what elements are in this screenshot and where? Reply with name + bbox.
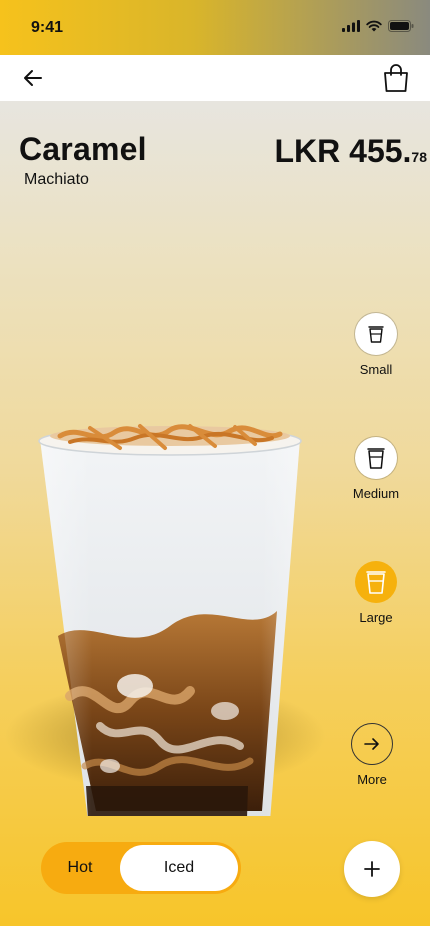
product-subtitle: Machiato xyxy=(24,171,89,188)
add-to-cart-button[interactable] xyxy=(344,841,400,897)
size-label-medium: Medium xyxy=(352,486,400,501)
price-cents: 78 xyxy=(411,149,427,165)
arrow-right-icon xyxy=(364,738,379,750)
size-option-small[interactable]: Small xyxy=(336,313,416,377)
shopping-bag-button[interactable] xyxy=(382,63,410,93)
wifi-icon xyxy=(366,20,382,32)
iced-caramel-macchiato-image xyxy=(5,424,325,816)
temperature-toggle: Hot Iced xyxy=(41,842,241,894)
more-circle xyxy=(351,723,393,765)
arrow-left-icon xyxy=(24,70,42,86)
back-button[interactable] xyxy=(22,67,44,89)
status-time: 9:41 xyxy=(31,19,64,36)
status-bar: 9:41 xyxy=(0,0,430,55)
toggle-hot[interactable]: Hot xyxy=(41,842,119,894)
status-icons xyxy=(342,20,414,32)
small-cup-icon xyxy=(368,326,384,343)
medium-cup-icon xyxy=(367,448,385,469)
more-label: More xyxy=(357,772,387,787)
battery-icon xyxy=(388,20,414,32)
product-name: Caramel xyxy=(19,131,147,167)
size-circle-selected xyxy=(355,561,397,603)
shopping-bag-icon xyxy=(384,64,408,92)
more-button[interactable]: More xyxy=(332,723,412,787)
size-option-large[interactable]: Large xyxy=(336,561,416,625)
price-main: LKR 455. xyxy=(274,133,412,169)
toggle-iced[interactable]: Iced xyxy=(120,845,238,891)
product-price: LKR 455.78 xyxy=(274,133,427,170)
plus-icon xyxy=(364,861,380,877)
product-detail: Caramel Machiato LKR 455.78 Small Medium… xyxy=(0,101,430,926)
size-option-medium[interactable]: Medium xyxy=(336,437,416,501)
large-cup-icon xyxy=(366,571,386,594)
signal-icon xyxy=(342,20,360,32)
top-nav-bar xyxy=(0,55,430,101)
size-label-large: Large xyxy=(359,610,393,625)
size-circle xyxy=(355,437,397,479)
size-label-small: Small xyxy=(359,362,393,377)
size-circle xyxy=(355,313,397,355)
